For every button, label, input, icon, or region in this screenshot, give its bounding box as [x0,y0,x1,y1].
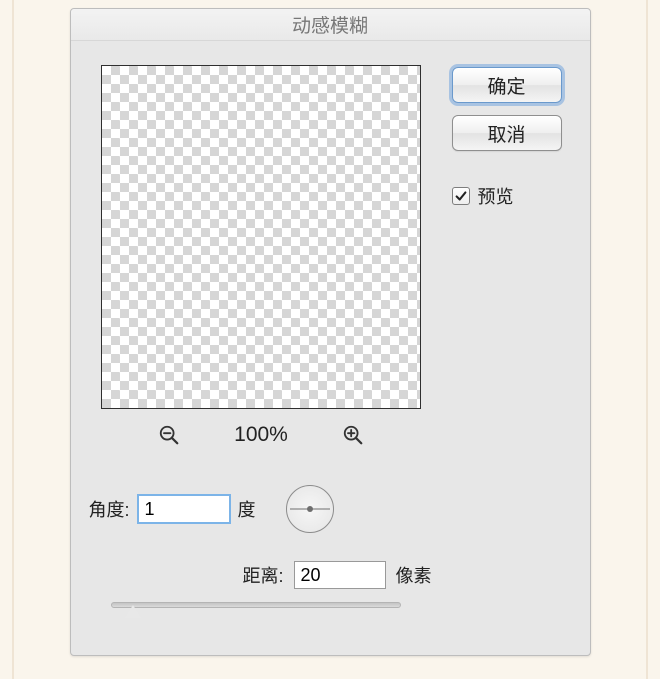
dialog-title: 动感模糊 [71,9,590,41]
slider-thumb[interactable] [125,605,141,618]
zoom-controls: 100% [158,423,364,447]
angle-row: 角度: 度 [89,485,434,533]
parameter-controls: 角度: 度 距离: 像素 [89,485,434,619]
slider-track [111,602,401,608]
preview-area[interactable] [101,65,421,409]
angle-label: 角度: [89,496,130,522]
zoom-in-icon[interactable] [342,424,364,446]
angle-unit: 度 [238,496,256,522]
distance-label: 距离: [242,562,283,588]
preview-checkbox[interactable] [452,187,470,205]
preview-toggle-row: 预览 [452,183,562,209]
right-panel: 确定 取消 预览 [452,65,562,619]
distance-slider[interactable] [111,597,401,619]
motion-blur-dialog: 动感模糊 100% 角度: 度 [70,8,591,656]
dialog-body: 100% 角度: 度 距离: 像素 [71,41,590,627]
distance-unit: 像素 [396,562,432,588]
left-panel: 100% 角度: 度 距离: 像素 [89,65,434,619]
distance-row: 距离: 像素 [89,561,434,589]
angle-dial[interactable] [286,485,334,533]
distance-input[interactable] [294,561,386,589]
angle-input[interactable] [138,495,230,523]
zoom-out-icon[interactable] [158,424,180,446]
ok-button[interactable]: 确定 [452,67,562,103]
preview-checkbox-label: 预览 [478,183,514,209]
zoom-level: 100% [234,423,288,447]
cancel-button[interactable]: 取消 [452,115,562,151]
